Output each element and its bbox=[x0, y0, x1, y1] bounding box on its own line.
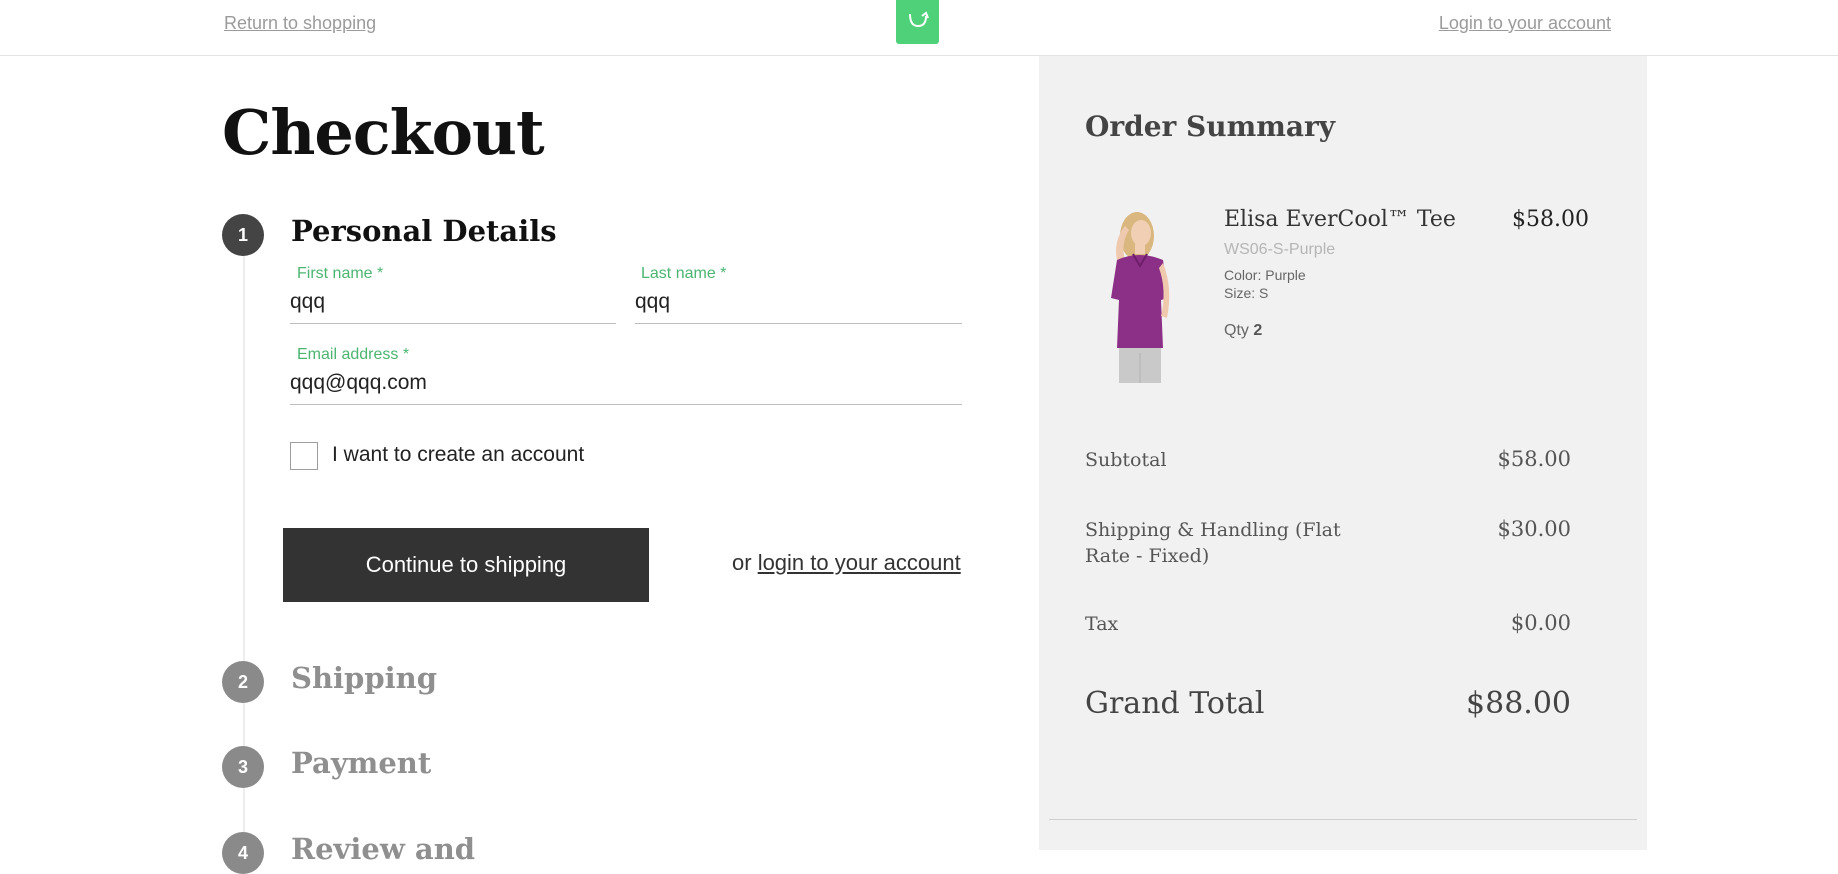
step-4-title[interactable]: Review and bbox=[291, 832, 475, 866]
first-name-field[interactable] bbox=[290, 290, 616, 324]
quantity-value: 2 bbox=[1253, 322, 1263, 339]
or-login-text: or login to your account bbox=[732, 550, 961, 576]
step-1-title[interactable]: Personal Details bbox=[291, 214, 557, 248]
email-label: Email address * bbox=[297, 346, 410, 363]
shipping-value: $30.00 bbox=[1497, 517, 1571, 541]
return-to-shopping-link[interactable]: Return to shopping bbox=[224, 13, 376, 34]
or-label: or bbox=[732, 550, 752, 575]
product-name[interactable]: Elisa EverCool™ Tee bbox=[1224, 207, 1456, 232]
bag-arrow-icon bbox=[909, 11, 929, 28]
quantity-label: Qty bbox=[1224, 322, 1249, 339]
step-2-title[interactable]: Shipping bbox=[291, 661, 437, 695]
create-account-checkbox[interactable] bbox=[290, 442, 318, 470]
step-3-number: 3 bbox=[222, 746, 264, 788]
product-price: $58.00 bbox=[1512, 207, 1589, 232]
shopping-bag-icon[interactable] bbox=[896, 0, 939, 44]
shipping-label: Shipping & Handling (Flat Rate - Fixed) bbox=[1085, 519, 1341, 567]
page-title: Checkout bbox=[222, 96, 545, 169]
product-image bbox=[1089, 208, 1189, 383]
login-account-inline-link[interactable]: login to your account bbox=[758, 550, 961, 575]
grand-total-value: $88.00 bbox=[1466, 686, 1571, 721]
summary-divider bbox=[1049, 819, 1637, 820]
step-3-title[interactable]: Payment bbox=[291, 746, 431, 780]
continue-to-shipping-button[interactable]: Continue to shipping bbox=[283, 528, 649, 602]
subtotal-label: Subtotal bbox=[1085, 449, 1167, 471]
product-sku: WS06-S-Purple bbox=[1224, 241, 1336, 258]
tax-label: Tax bbox=[1085, 613, 1119, 635]
step-4-number: 4 bbox=[222, 832, 264, 874]
order-summary-title: Order Summary bbox=[1085, 110, 1336, 143]
email-field[interactable] bbox=[290, 371, 962, 405]
create-account-label[interactable]: I want to create an account bbox=[332, 443, 584, 467]
grand-total-label: Grand Total bbox=[1085, 686, 1265, 721]
top-bar: Return to shopping Login to your account bbox=[0, 0, 1838, 56]
product-size: Size: S bbox=[1224, 285, 1269, 301]
login-account-link[interactable]: Login to your account bbox=[1439, 13, 1611, 34]
first-name-label: First name * bbox=[297, 265, 384, 282]
tax-value: $0.00 bbox=[1510, 611, 1571, 635]
subtotal-value: $58.00 bbox=[1497, 447, 1571, 471]
step-2-number: 2 bbox=[222, 661, 264, 703]
step-1-number: 1 bbox=[222, 214, 264, 256]
product-color: Color: Purple bbox=[1224, 267, 1306, 283]
order-summary-panel: Order Summary Elisa EverCool™ Tee WS06-S… bbox=[1039, 56, 1647, 850]
product-quantity: Qty 2 bbox=[1224, 322, 1262, 340]
last-name-field[interactable] bbox=[635, 290, 962, 324]
last-name-label: Last name * bbox=[641, 265, 727, 282]
